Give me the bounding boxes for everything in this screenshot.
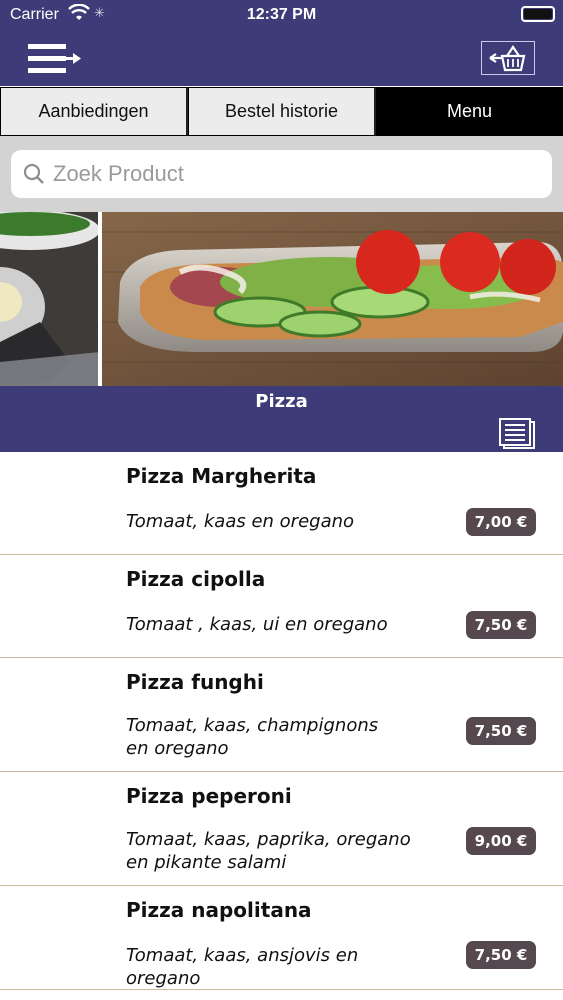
search-input[interactable]: [53, 161, 533, 187]
basket-icon: [489, 45, 526, 72]
product-description: Tomaat , kaas, ui en oregano: [126, 614, 388, 635]
product-item[interactable]: Pizza napolitana Tomaat, kaas, ansjovis …: [0, 886, 563, 990]
category-header: Pizza: [0, 386, 563, 452]
product-name: Pizza Margherita: [126, 464, 317, 488]
battery-icon: [521, 6, 555, 22]
list-document-icon: [499, 418, 535, 449]
search-icon: [23, 163, 44, 184]
price-badge[interactable]: 7,00 €: [466, 508, 536, 536]
product-name: Pizza cipolla: [126, 567, 266, 591]
product-name: Pizza napolitana: [126, 898, 312, 922]
navigation-bar: [0, 30, 563, 86]
tab-aanbiedingen[interactable]: Aanbiedingen: [0, 87, 188, 136]
price-badge[interactable]: 9,00 €: [466, 827, 536, 855]
product-item[interactable]: Pizza cipolla Tomaat , kaas, ui en orega…: [0, 555, 563, 658]
search-bar: [0, 136, 563, 212]
category-info-button[interactable]: [498, 418, 538, 450]
category-banner-image: [0, 212, 563, 386]
product-item[interactable]: Pizza funghi Tomaat, kaas, champignons e…: [0, 658, 563, 772]
tab-bestel-historie[interactable]: Bestel historie: [188, 87, 376, 136]
menu-arrow-icon: [28, 44, 81, 73]
product-list: Pizza Margherita Tomaat, kaas en oregano…: [0, 452, 563, 990]
tab-menu[interactable]: Menu: [376, 87, 563, 136]
clock-time: 12:37 PM: [246, 6, 317, 23]
product-description: Tomaat, kaas, champignons en oregano: [126, 715, 379, 759]
category-title: Pizza: [255, 391, 308, 412]
price-badge[interactable]: 7,50 €: [466, 611, 536, 639]
search-field[interactable]: [11, 150, 552, 198]
status-bar: Carrier ✳ 12:37 PM: [0, 0, 563, 30]
segmented-tabs: Aanbiedingen Bestel historie Menu: [0, 87, 563, 136]
product-item[interactable]: Pizza peperoni Tomaat, kaas, paprika, or…: [0, 772, 563, 886]
product-name: Pizza peperoni: [126, 784, 292, 808]
price-badge[interactable]: 7,50 €: [466, 941, 536, 969]
product-description: Tomaat, kaas en oregano: [126, 511, 355, 532]
product-description: Tomaat, kaas, paprika, oregano en pikant…: [126, 829, 411, 873]
menu-button[interactable]: [28, 42, 84, 76]
basket-button[interactable]: [481, 41, 535, 75]
price-badge[interactable]: 7,50 €: [466, 717, 536, 745]
product-description: Tomaat, kaas, ansjovis en oregano: [126, 945, 359, 989]
product-name: Pizza funghi: [126, 670, 264, 694]
product-item[interactable]: Pizza Margherita Tomaat, kaas en oregano…: [0, 452, 563, 555]
